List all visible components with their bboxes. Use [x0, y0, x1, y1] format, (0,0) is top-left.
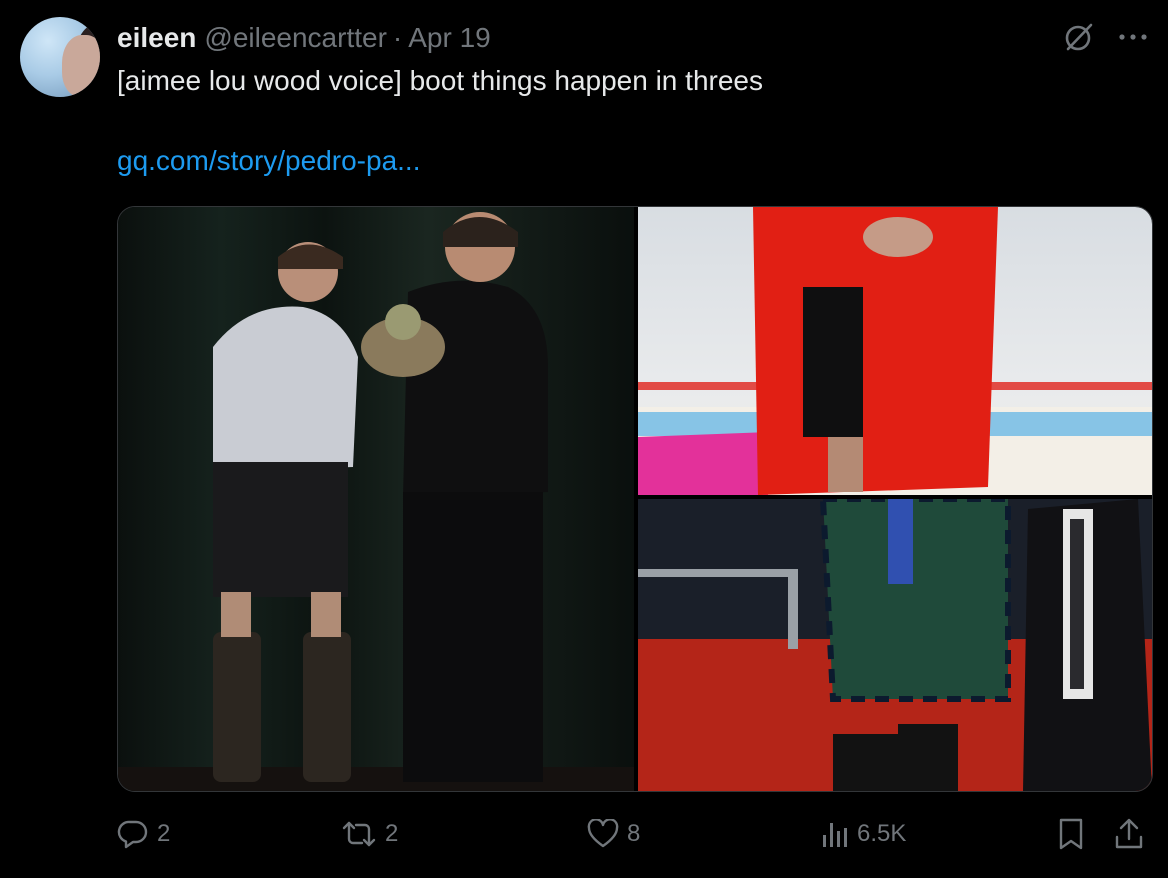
- analytics-icon: [821, 819, 849, 849]
- views-count: 6.5K: [857, 820, 907, 847]
- retweet-count: 2: [385, 820, 399, 847]
- media-grid: [117, 206, 1153, 792]
- photo-plaid-blazer[interactable]: [638, 499, 1152, 791]
- user-handle[interactable]: @eileencartter: [204, 22, 387, 54]
- tweet[interactable]: eileen @eileencartter · Apr 19 [aimee lo…: [0, 0, 1168, 878]
- tweet-date[interactable]: Apr 19: [408, 22, 491, 54]
- more-icon[interactable]: [1118, 32, 1148, 42]
- views-button[interactable]: 6.5K: [821, 812, 906, 856]
- reply-count: 2: [157, 820, 171, 847]
- share-button[interactable]: [1113, 812, 1145, 856]
- bookmark-icon: [1057, 817, 1085, 851]
- share-icon: [1113, 817, 1145, 851]
- photo-red-coat[interactable]: [638, 207, 1152, 495]
- bookmark-button[interactable]: [1057, 812, 1085, 856]
- separator-dot: ·: [392, 22, 403, 53]
- heart-icon: [587, 819, 619, 849]
- article-link[interactable]: gq.com/story/pedro-pa...: [117, 142, 420, 180]
- tweet-text: [aimee lou wood voice] boot things happe…: [117, 65, 763, 96]
- header-actions: [1062, 20, 1148, 54]
- tweet-header: eileen @eileencartter · Apr 19: [117, 18, 491, 58]
- avatar[interactable]: [20, 17, 100, 97]
- grok-icon[interactable]: [1062, 20, 1096, 54]
- retweet-button[interactable]: 2: [341, 812, 398, 856]
- reply-button[interactable]: 2: [117, 812, 170, 856]
- action-bar: 2 2 8 6.5K: [117, 812, 1151, 856]
- like-count: 8: [627, 820, 641, 847]
- reply-icon: [117, 818, 149, 850]
- retweet-icon: [341, 819, 377, 849]
- photo-stage-boots[interactable]: [118, 207, 634, 791]
- display-name[interactable]: eileen: [117, 22, 196, 54]
- like-button[interactable]: 8: [587, 812, 640, 856]
- avatar-face: [62, 35, 100, 97]
